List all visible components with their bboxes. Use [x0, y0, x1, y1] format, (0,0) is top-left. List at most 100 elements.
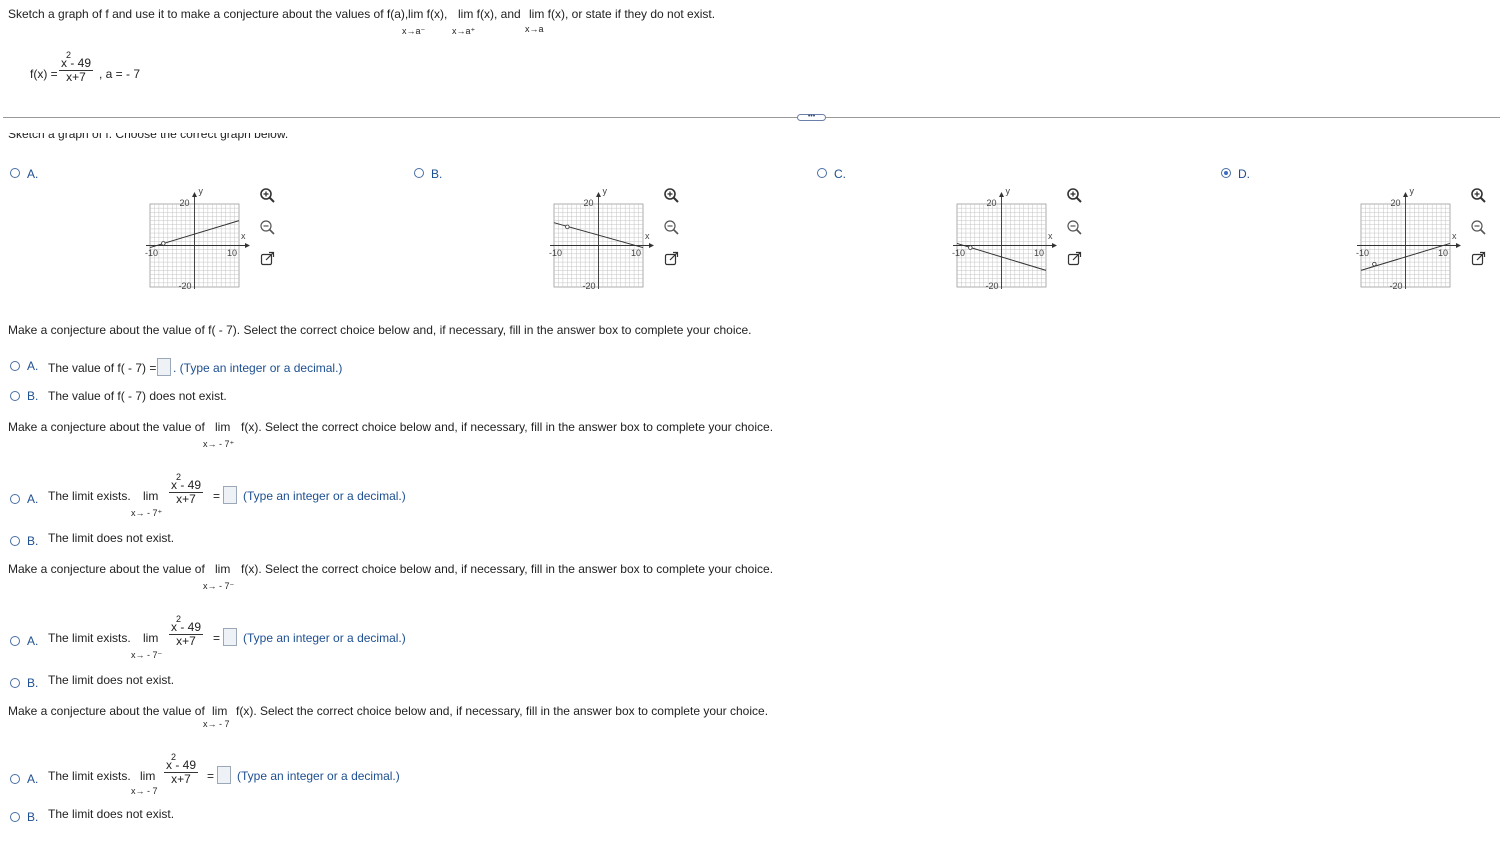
- instruction-lim-left: lim f(x),: [408, 7, 448, 21]
- graph-y-top-label: 20: [179, 198, 190, 208]
- q3-option-a-lim: lim: [143, 631, 159, 645]
- graph-x-right-label: 10: [227, 247, 238, 258]
- q4-prompt-lim: lim: [212, 704, 228, 718]
- q4-prompt-pre: Make a conjecture about the value of: [8, 704, 205, 718]
- q2-option-a-sub: x→ - 7⁺: [131, 508, 163, 518]
- q4-option-a-lim: lim: [140, 769, 156, 783]
- zoom-out-icon[interactable]: [1470, 219, 1487, 236]
- q4-option-b-radio[interactable]: [10, 812, 20, 822]
- q2-option-b-letter: B.: [27, 534, 39, 548]
- graph-y-bottom-label: -20: [1389, 281, 1403, 291]
- q2-option-b-text: The limit does not exist.: [48, 531, 175, 545]
- pop-out-icon[interactable]: [1470, 250, 1487, 267]
- zoom-in-icon[interactable]: [259, 187, 276, 204]
- graph-y-label: y: [1005, 186, 1011, 196]
- q4-option-a-hint: (Type an integer or a decimal.): [237, 769, 400, 783]
- graph-x-right-label: 10: [631, 247, 642, 258]
- graph-option-b-radio[interactable]: [414, 168, 424, 178]
- q2-option-a-radio[interactable]: [10, 494, 20, 504]
- q2-prompt-post: f(x). Select the correct choice below an…: [241, 420, 774, 434]
- zoom-out-icon[interactable]: [259, 219, 276, 236]
- graph-option-c-letter: C.: [834, 167, 846, 181]
- q1-option-b-text: The value of f( - 7) does not exist.: [48, 389, 227, 403]
- graph-y-label: y: [1409, 186, 1415, 196]
- zoom-in-icon[interactable]: [1066, 187, 1083, 204]
- q3-option-a-hint: (Type an integer or a decimal.): [243, 631, 406, 645]
- q2-prompt-pre: Make a conjecture about the value of: [8, 420, 205, 434]
- graph-y-bottom-label: -20: [582, 281, 596, 291]
- q1-option-b-radio[interactable]: [10, 391, 20, 401]
- function-fraction: x - 49 x+7: [59, 57, 94, 84]
- q4-equals: =: [207, 769, 215, 783]
- instruction-lim-right: lim f(x), and: [458, 7, 521, 21]
- q3-answer-box[interactable]: [223, 628, 237, 646]
- q3-numerator: x - 49: [169, 620, 204, 635]
- q1-option-a-radio[interactable]: [10, 361, 20, 371]
- graph-option-d[interactable]: [1353, 186, 1465, 290]
- graph-option-b-letter: B.: [431, 167, 443, 181]
- q4-option-b-letter: B.: [27, 810, 39, 824]
- instruction-text: Sketch a graph of f and use it to make a…: [8, 7, 409, 21]
- q4-option-a-letter: A.: [27, 772, 39, 786]
- q3-denominator: x+7: [176, 634, 196, 648]
- zoom-out-icon[interactable]: [1066, 219, 1083, 236]
- q2-option-a-hint: (Type an integer or a decimal.): [243, 489, 406, 503]
- q1-option-b-letter: B.: [27, 389, 39, 403]
- graph-y-bottom-label: -20: [985, 281, 999, 291]
- q4-option-a-text: The limit exists.: [48, 769, 131, 783]
- graph-option-a[interactable]: [142, 186, 254, 290]
- function-a-value: , a = - 7: [99, 67, 141, 81]
- q3-equals: =: [213, 631, 221, 645]
- q1-answer-box[interactable]: [157, 358, 171, 376]
- graph-x-label: x: [241, 230, 246, 241]
- q2-prompt-sub: x→ - 7⁺: [203, 439, 235, 449]
- q2-numerator: x - 49: [169, 478, 204, 493]
- q4-prompt-post: f(x). Select the correct choice below an…: [236, 704, 769, 718]
- q3-option-a-text: The limit exists.: [48, 631, 131, 645]
- graph-y-top-label: 20: [583, 198, 594, 208]
- graph-option-c-radio[interactable]: [817, 168, 827, 178]
- q2-answer-box[interactable]: [223, 486, 237, 504]
- q4-fraction: x - 49 x+7: [164, 758, 199, 786]
- graph-heading: Sketch a graph of f. Choose the correct …: [8, 133, 289, 141]
- q4-option-b-text: The limit does not exist.: [48, 807, 175, 821]
- pop-out-icon[interactable]: [259, 250, 276, 267]
- q2-fraction: x - 49 x+7: [169, 478, 204, 506]
- q4-denominator: x+7: [171, 772, 191, 786]
- graph-x-left-label: -10: [952, 247, 966, 258]
- q2-exponent: 2: [176, 472, 182, 482]
- zoom-in-icon[interactable]: [1470, 187, 1487, 204]
- pop-out-icon[interactable]: [663, 250, 680, 267]
- zoom-out-icon[interactable]: [663, 219, 680, 236]
- q4-option-a-radio[interactable]: [10, 774, 20, 784]
- q3-option-b-letter: B.: [27, 676, 39, 690]
- q3-prompt-post: f(x). Select the correct choice below an…: [241, 562, 774, 576]
- q4-numerator: x - 49: [164, 758, 199, 773]
- q3-option-b-radio[interactable]: [10, 678, 20, 688]
- q4-answer-box[interactable]: [217, 766, 231, 784]
- graph-option-d-radio[interactable]: [1221, 168, 1231, 178]
- q3-prompt-lim: lim: [215, 562, 231, 576]
- q3-prompt-sub: x→ - 7⁻: [203, 581, 235, 591]
- pop-out-icon[interactable]: [1066, 250, 1083, 267]
- q2-option-b-radio[interactable]: [10, 536, 20, 546]
- q3-option-a-sub: x→ - 7⁻: [131, 650, 163, 660]
- graph-x-label: x: [1048, 230, 1053, 241]
- instruction-lim-both: lim f(x), or state if they do not exist.: [529, 7, 716, 21]
- q2-option-a-text: The limit exists.: [48, 489, 131, 503]
- graph-y-bottom-label: -20: [178, 281, 192, 291]
- divider-handle[interactable]: •••: [797, 113, 826, 121]
- function-exponent: 2: [66, 50, 72, 60]
- graph-option-c[interactable]: [949, 186, 1061, 290]
- zoom-in-icon[interactable]: [663, 187, 680, 204]
- graph-x-label: x: [1452, 230, 1457, 241]
- instruction-lim-left-sub: x→a⁻: [402, 26, 426, 36]
- q3-option-a-radio[interactable]: [10, 636, 20, 646]
- instruction-lim-both-sub: x→a: [525, 24, 544, 34]
- graph-y-top-label: 20: [1390, 198, 1401, 208]
- q2-equals: =: [213, 489, 221, 503]
- graph-option-a-radio[interactable]: [10, 168, 20, 178]
- graph-x-left-label: -10: [1356, 247, 1370, 258]
- function-lhs: f(x) =: [30, 67, 58, 81]
- graph-option-b[interactable]: [546, 186, 658, 290]
